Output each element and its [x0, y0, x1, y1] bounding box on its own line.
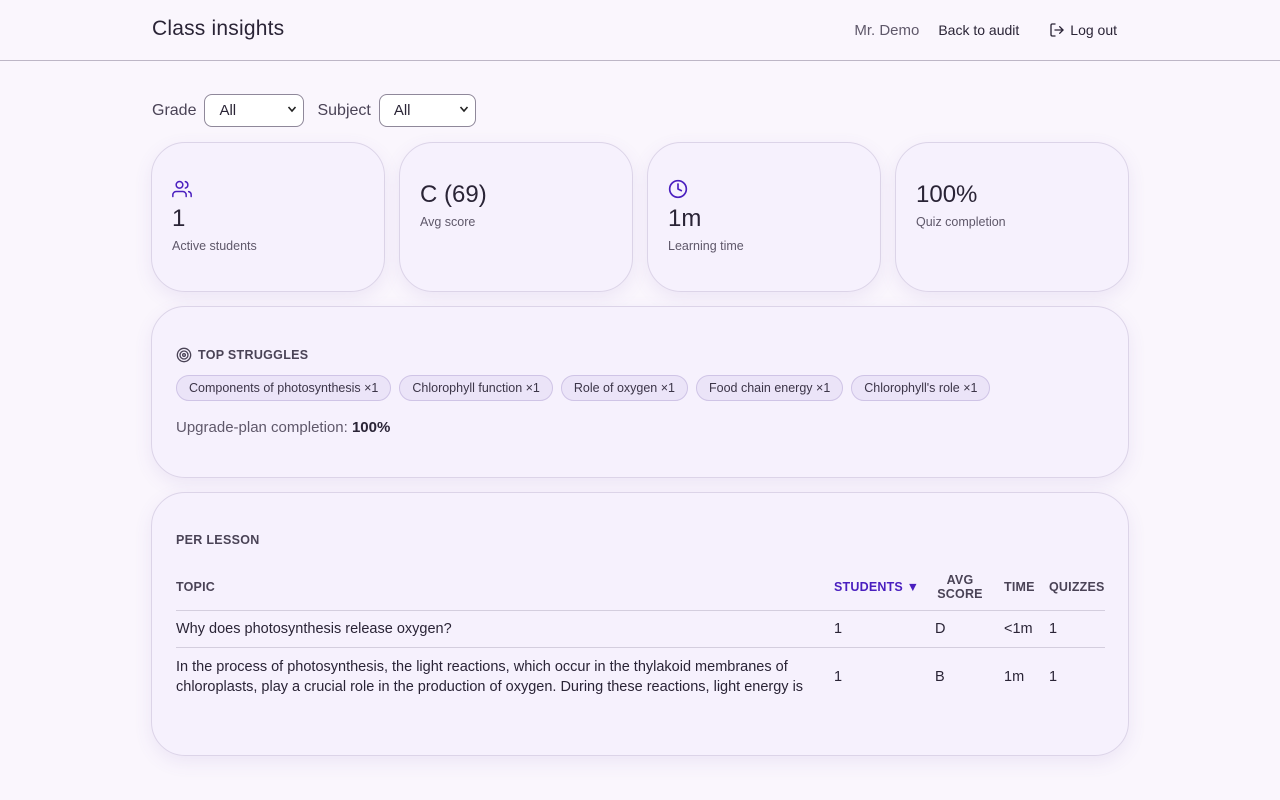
- stat-value: 1m: [668, 205, 702, 232]
- column-header-avg-score[interactable]: AVG SCORE: [930, 565, 1004, 611]
- stat-label: Learning time: [668, 239, 744, 253]
- page-title: Class insights: [152, 17, 285, 40]
- section-heading: PER LESSON: [176, 533, 260, 547]
- stat-card-active-students: 1 Active students: [151, 142, 385, 292]
- table-row[interactable]: In the process of photosynthesis, the li…: [176, 647, 1105, 707]
- struggle-chip: Chlorophyll function ×1: [399, 375, 553, 401]
- stat-card-avg-score: C (69) Avg score: [399, 142, 633, 292]
- per-lesson-card: PER LESSON TOPIC STUDENTS ▼ AVG SCORE TI…: [151, 492, 1129, 756]
- grade-select-value: All: [219, 102, 237, 119]
- column-header-time[interactable]: TIME: [1004, 565, 1049, 611]
- target-icon: [176, 347, 192, 363]
- upgrade-label: Upgrade-plan completion:: [176, 419, 348, 436]
- upgrade-value: 100%: [351, 419, 391, 436]
- stat-label: Avg score: [420, 215, 476, 229]
- section-heading-label: TOP STRUGGLES: [198, 348, 309, 362]
- lesson-avg-score: D: [930, 610, 1004, 648]
- stat-label: Quiz completion: [916, 215, 1006, 229]
- stat-value: 1: [172, 205, 186, 232]
- table-row[interactable]: Why does photosynthesis release oxygen? …: [176, 610, 1105, 648]
- lesson-students: 1: [834, 669, 843, 686]
- struggle-chip: Components of photosynthesis ×1: [176, 375, 392, 401]
- column-header-students-label: STUDENTS: [834, 580, 903, 595]
- back-to-audit-label: Back to audit: [938, 21, 1020, 38]
- lesson-table: TOPIC STUDENTS ▼ AVG SCORE TIME QUIZZES …: [176, 565, 1105, 707]
- subject-label: Subject: [317, 101, 371, 119]
- grade-select[interactable]: All: [204, 94, 305, 127]
- stat-card-quiz-completion: 100% Quiz completion: [895, 142, 1129, 292]
- lesson-topic-text: In the process of photosynthesis, the li…: [176, 659, 804, 696]
- lesson-avg-score: B: [935, 669, 945, 686]
- struggle-chip: Role of oxygen ×1: [560, 375, 688, 401]
- user-name: Mr. Demo: [854, 22, 920, 39]
- column-header-students[interactable]: STUDENTS ▼: [834, 565, 930, 611]
- logout-label: Log out: [1070, 21, 1117, 38]
- column-header-avg-score-line1: AVG: [946, 573, 974, 588]
- lesson-topic: Why does photosynthesis release oxygen?: [176, 610, 834, 648]
- lesson-time: <1m: [1004, 610, 1049, 648]
- lesson-topic: In the process of photosynthesis, the li…: [176, 647, 834, 707]
- top-struggles-card: TOP STRUGGLES Components of photosynthes…: [151, 306, 1129, 478]
- chevron-down-icon: [287, 104, 297, 117]
- lesson-quizzes: 1: [1049, 610, 1105, 648]
- users-icon: [172, 179, 192, 204]
- clock-icon: [668, 179, 688, 204]
- struggle-chip-list: Components of photosynthesis ×1 Chloroph…: [176, 375, 998, 401]
- struggle-chip: Chlorophyll's role ×1: [851, 375, 991, 401]
- upgrade-plan-completion: Upgrade-plan completion: 100%: [176, 419, 390, 436]
- logout-button[interactable]: Log out: [1049, 22, 1117, 38]
- column-header-quizzes[interactable]: QUIZZES: [1049, 565, 1105, 611]
- sort-desc-icon: ▼: [906, 580, 920, 595]
- struggle-chip: Food chain energy ×1: [696, 375, 844, 401]
- lesson-quizzes: 1: [1049, 669, 1058, 686]
- column-header-avg-score-line2: SCORE: [937, 587, 983, 602]
- subject-select-value: All: [393, 102, 411, 119]
- top-bar: Class insights Mr. Demo Back to audit Lo…: [0, 0, 1280, 61]
- lesson-students: 1: [834, 610, 930, 648]
- subject-select[interactable]: All: [378, 94, 476, 127]
- section-heading: TOP STRUGGLES: [176, 347, 308, 363]
- stat-card-learning-time: 1m Learning time: [647, 142, 881, 292]
- stat-value: C (69): [420, 181, 487, 208]
- top-nav: Mr. Demo Back to audit Log out: [854, 20, 1117, 40]
- back-to-audit-link[interactable]: Back to audit: [938, 22, 1019, 38]
- lesson-time: 1m: [1004, 669, 1025, 686]
- grade-label: Grade: [152, 101, 197, 119]
- logout-icon: [1050, 22, 1064, 37]
- column-header-topic[interactable]: TOPIC: [176, 565, 834, 611]
- filter-bar: Grade All Subject All: [152, 94, 489, 127]
- chevron-down-icon: [459, 104, 469, 117]
- stat-label: Active students: [172, 239, 257, 253]
- stat-value: 100%: [916, 181, 978, 208]
